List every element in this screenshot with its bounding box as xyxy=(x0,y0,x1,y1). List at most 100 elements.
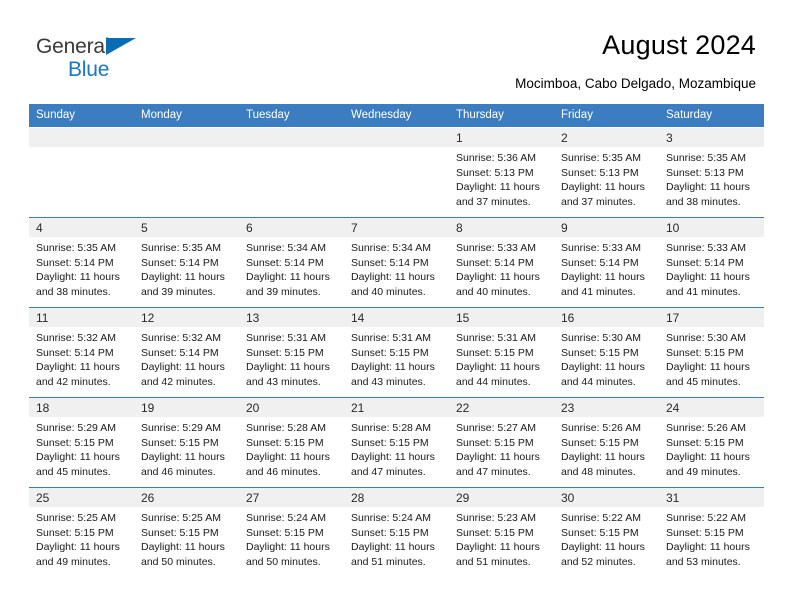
calendar-day-cell[interactable]: 27 Sunrise: 5:24 AM Sunset: 5:15 PM Dayligh… xyxy=(239,487,344,578)
day-cell-inner: 15 Sunrise: 5:31 AM Sunset: 5:15 PM Dayligh… xyxy=(449,308,554,397)
sunset-text: Sunset: 5:15 PM xyxy=(666,346,744,359)
sunrise-text: Sunrise: 5:35 AM xyxy=(666,152,746,164)
sunset-text: Sunset: 5:14 PM xyxy=(141,346,219,359)
calendar-day-cell[interactable]: 8 Sunrise: 5:33 AM Sunset: 5:14 PM Daylight… xyxy=(449,217,554,308)
day-number: 21 xyxy=(344,398,449,417)
day-details: Sunrise: 5:34 AM Sunset: 5:14 PM Daylight:… xyxy=(239,237,344,299)
day-cell-inner: 9 Sunrise: 5:33 AM Sunset: 5:14 PM Daylight… xyxy=(554,218,659,307)
sunrise-text: Sunrise: 5:31 AM xyxy=(456,332,536,344)
calendar-day-cell[interactable]: 22 Sunrise: 5:27 AM Sunset: 5:15 PM Dayligh… xyxy=(449,397,554,488)
daylight-text: Daylight: 11 hours and 50 minutes. xyxy=(141,541,225,568)
sunset-text: Sunset: 5:15 PM xyxy=(246,526,324,539)
day-details: Sunrise: 5:35 AM Sunset: 5:13 PM Daylight:… xyxy=(554,147,659,209)
day-cell-inner: 22 Sunrise: 5:27 AM Sunset: 5:15 PM Dayligh… xyxy=(449,398,554,487)
sunset-text: Sunset: 5:14 PM xyxy=(36,346,114,359)
day-number: 18 xyxy=(29,398,134,417)
day-number: 29 xyxy=(449,488,554,507)
daylight-text: Daylight: 11 hours and 38 minutes. xyxy=(36,271,120,298)
sunrise-text: Sunrise: 5:27 AM xyxy=(456,422,536,434)
logo-text-general: General xyxy=(36,36,156,58)
day-cell-inner: 6 Sunrise: 5:34 AM Sunset: 5:14 PM Daylight… xyxy=(239,218,344,307)
calendar-day-cell[interactable]: 10 Sunrise: 5:33 AM Sunset: 5:14 PM Dayligh… xyxy=(659,217,764,308)
calendar-day-cell[interactable]: 18 Sunrise: 5:29 AM Sunset: 5:15 PM Dayligh… xyxy=(29,397,134,488)
day-details: Sunrise: 5:31 AM Sunset: 5:15 PM Daylight:… xyxy=(344,327,449,389)
calendar-day-cell[interactable]: 21 Sunrise: 5:28 AM Sunset: 5:15 PM Dayligh… xyxy=(344,397,449,488)
calendar-day-cell[interactable]: 19 Sunrise: 5:29 AM Sunset: 5:15 PM Dayligh… xyxy=(134,397,239,488)
day-cell-inner: 29 Sunrise: 5:23 AM Sunset: 5:15 PM Dayligh… xyxy=(449,488,554,578)
calendar-header-row: Sunday Monday Tuesday Wednesday Thursday… xyxy=(29,104,764,128)
daylight-text: Daylight: 11 hours and 48 minutes. xyxy=(561,451,645,478)
daylight-text: Daylight: 11 hours and 42 minutes. xyxy=(141,361,225,388)
sunrise-text: Sunrise: 5:35 AM xyxy=(36,242,116,254)
day-number: 11 xyxy=(29,308,134,327)
day-cell-inner: 12 Sunrise: 5:32 AM Sunset: 5:14 PM Dayligh… xyxy=(134,308,239,397)
calendar-day-cell[interactable]: 3 Sunrise: 5:35 AM Sunset: 5:13 PM Daylight… xyxy=(659,127,764,218)
sunrise-text: Sunrise: 5:36 AM xyxy=(456,152,536,164)
day-cell-inner: 4 Sunrise: 5:35 AM Sunset: 5:14 PM Daylight… xyxy=(29,218,134,307)
calendar-day-cell[interactable]: 28 Sunrise: 5:24 AM Sunset: 5:15 PM Dayligh… xyxy=(344,487,449,578)
calendar-day-cell[interactable]: 5 Sunrise: 5:35 AM Sunset: 5:14 PM Daylight… xyxy=(134,217,239,308)
calendar-day-cell[interactable]: 23 Sunrise: 5:26 AM Sunset: 5:15 PM Dayligh… xyxy=(554,397,659,488)
calendar-day-cell[interactable]: 17 Sunrise: 5:30 AM Sunset: 5:15 PM Dayligh… xyxy=(659,307,764,398)
calendar-day-cell[interactable]: 6 Sunrise: 5:34 AM Sunset: 5:14 PM Daylight… xyxy=(239,217,344,308)
calendar-day-cell[interactable]: 13 Sunrise: 5:31 AM Sunset: 5:15 PM Dayligh… xyxy=(239,307,344,398)
sunrise-text: Sunrise: 5:32 AM xyxy=(36,332,116,344)
day-details: Sunrise: 5:33 AM Sunset: 5:14 PM Daylight:… xyxy=(659,237,764,299)
calendar-day-cell[interactable]: 4 Sunrise: 5:35 AM Sunset: 5:14 PM Daylight… xyxy=(29,217,134,308)
calendar-day-cell[interactable]: 16 Sunrise: 5:30 AM Sunset: 5:15 PM Dayligh… xyxy=(554,307,659,398)
calendar-page: General Blue August 2024 Mocimboa, Cabo … xyxy=(0,0,792,612)
sunset-text: Sunset: 5:13 PM xyxy=(561,166,639,179)
calendar-day-cell[interactable]: 1 Sunrise: 5:36 AM Sunset: 5:13 PM Daylight… xyxy=(449,127,554,218)
calendar-day-cell[interactable]: 26 Sunrise: 5:25 AM Sunset: 5:15 PM Dayligh… xyxy=(134,487,239,578)
sunrise-text: Sunrise: 5:22 AM xyxy=(561,512,641,524)
calendar-day-cell[interactable]: 7 Sunrise: 5:34 AM Sunset: 5:14 PM Daylight… xyxy=(344,217,449,308)
daylight-text: Daylight: 11 hours and 41 minutes. xyxy=(666,271,750,298)
calendar-day-cell[interactable]: 12 Sunrise: 5:32 AM Sunset: 5:14 PM Dayligh… xyxy=(134,307,239,398)
sunrise-text: Sunrise: 5:33 AM xyxy=(666,242,746,254)
day-cell-inner: 28 Sunrise: 5:24 AM Sunset: 5:15 PM Dayligh… xyxy=(344,488,449,578)
page-subtitle: Mocimboa, Cabo Delgado, Mozambique xyxy=(515,76,756,91)
calendar-day-cell[interactable]: 25 Sunrise: 5:25 AM Sunset: 5:15 PM Dayligh… xyxy=(29,487,134,578)
sunset-text: Sunset: 5:15 PM xyxy=(351,526,429,539)
day-details: Sunrise: 5:32 AM Sunset: 5:14 PM Daylight:… xyxy=(134,327,239,389)
daylight-text: Daylight: 11 hours and 46 minutes. xyxy=(141,451,225,478)
calendar-day-cell[interactable]: 31 Sunrise: 5:22 AM Sunset: 5:15 PM Dayligh… xyxy=(659,487,764,578)
sunrise-text: Sunrise: 5:32 AM xyxy=(141,332,221,344)
daylight-text: Daylight: 11 hours and 49 minutes. xyxy=(666,451,750,478)
daylight-text: Daylight: 11 hours and 45 minutes. xyxy=(36,451,120,478)
calendar-day-cell[interactable]: 15 Sunrise: 5:31 AM Sunset: 5:15 PM Dayligh… xyxy=(449,307,554,398)
day-details: Sunrise: 5:30 AM Sunset: 5:15 PM Daylight:… xyxy=(554,327,659,389)
sunrise-text: Sunrise: 5:24 AM xyxy=(246,512,326,524)
general-blue-logo[interactable]: General Blue xyxy=(36,36,156,82)
daylight-text: Daylight: 11 hours and 49 minutes. xyxy=(36,541,120,568)
day-details: Sunrise: 5:32 AM Sunset: 5:14 PM Daylight:… xyxy=(29,327,134,389)
calendar-day-cell[interactable]: 2 Sunrise: 5:35 AM Sunset: 5:13 PM Daylight… xyxy=(554,127,659,218)
calendar-grid: Sunday Monday Tuesday Wednesday Thursday… xyxy=(29,104,764,578)
daylight-text: Daylight: 11 hours and 53 minutes. xyxy=(666,541,750,568)
sunrise-text: Sunrise: 5:26 AM xyxy=(561,422,641,434)
day-details: Sunrise: 5:26 AM Sunset: 5:15 PM Daylight:… xyxy=(554,417,659,479)
day-number xyxy=(134,128,239,147)
day-details: Sunrise: 5:35 AM Sunset: 5:14 PM Daylight:… xyxy=(29,237,134,299)
sunset-text: Sunset: 5:14 PM xyxy=(141,256,219,269)
calendar-day-cell[interactable]: 9 Sunrise: 5:33 AM Sunset: 5:14 PM Daylight… xyxy=(554,217,659,308)
calendar-day-cell[interactable]: 20 Sunrise: 5:28 AM Sunset: 5:15 PM Dayligh… xyxy=(239,397,344,488)
day-cell-inner: 21 Sunrise: 5:28 AM Sunset: 5:15 PM Dayligh… xyxy=(344,398,449,487)
calendar-day-cell[interactable]: 11 Sunrise: 5:32 AM Sunset: 5:14 PM Dayligh… xyxy=(29,307,134,398)
day-details: Sunrise: 5:28 AM Sunset: 5:15 PM Daylight:… xyxy=(344,417,449,479)
sunset-text: Sunset: 5:15 PM xyxy=(561,346,639,359)
day-number: 30 xyxy=(554,488,659,507)
day-details: Sunrise: 5:34 AM Sunset: 5:14 PM Daylight:… xyxy=(344,237,449,299)
calendar-day-cell[interactable]: 30 Sunrise: 5:22 AM Sunset: 5:15 PM Dayligh… xyxy=(554,487,659,578)
calendar-day-cell[interactable]: 14 Sunrise: 5:31 AM Sunset: 5:15 PM Dayligh… xyxy=(344,307,449,398)
calendar-day-cell[interactable]: 29 Sunrise: 5:23 AM Sunset: 5:15 PM Dayligh… xyxy=(449,487,554,578)
sunrise-text: Sunrise: 5:25 AM xyxy=(141,512,221,524)
day-cell-inner: 16 Sunrise: 5:30 AM Sunset: 5:15 PM Dayligh… xyxy=(554,308,659,397)
sunset-text: Sunset: 5:14 PM xyxy=(666,256,744,269)
calendar-day-cell[interactable]: 24 Sunrise: 5:26 AM Sunset: 5:15 PM Dayligh… xyxy=(659,397,764,488)
sunrise-text: Sunrise: 5:28 AM xyxy=(246,422,326,434)
day-details: Sunrise: 5:25 AM Sunset: 5:15 PM Daylight:… xyxy=(29,507,134,569)
day-number: 15 xyxy=(449,308,554,327)
day-details: Sunrise: 5:25 AM Sunset: 5:15 PM Daylight:… xyxy=(134,507,239,569)
sunrise-text: Sunrise: 5:34 AM xyxy=(351,242,431,254)
